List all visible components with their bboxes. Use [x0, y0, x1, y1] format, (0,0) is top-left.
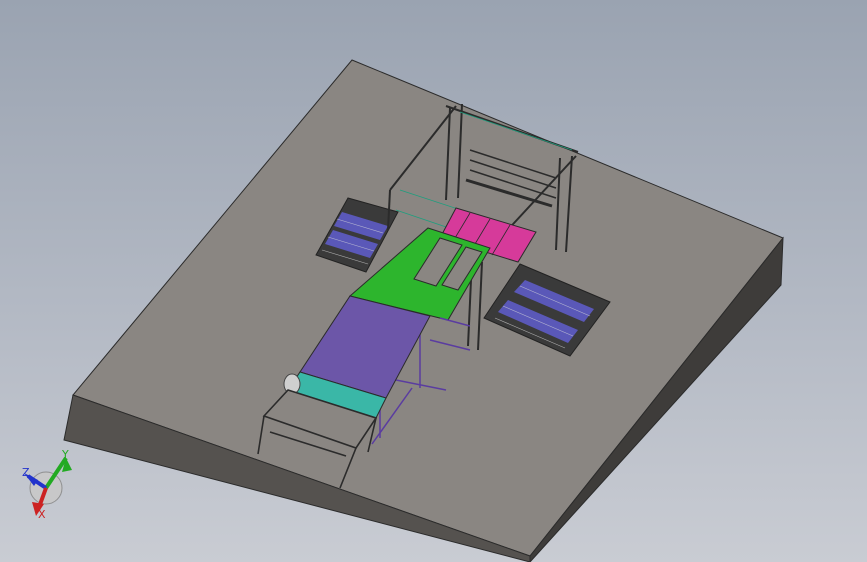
axis-label-z: Z: [22, 466, 30, 479]
assembly-model-view[interactable]: [0, 0, 867, 562]
axis-label-x: X: [38, 508, 46, 521]
cad-viewport[interactable]: Z Y X: [0, 0, 867, 562]
view-orientation-triad[interactable]: Z Y X: [14, 446, 78, 526]
axis-label-y: Y: [62, 448, 69, 461]
